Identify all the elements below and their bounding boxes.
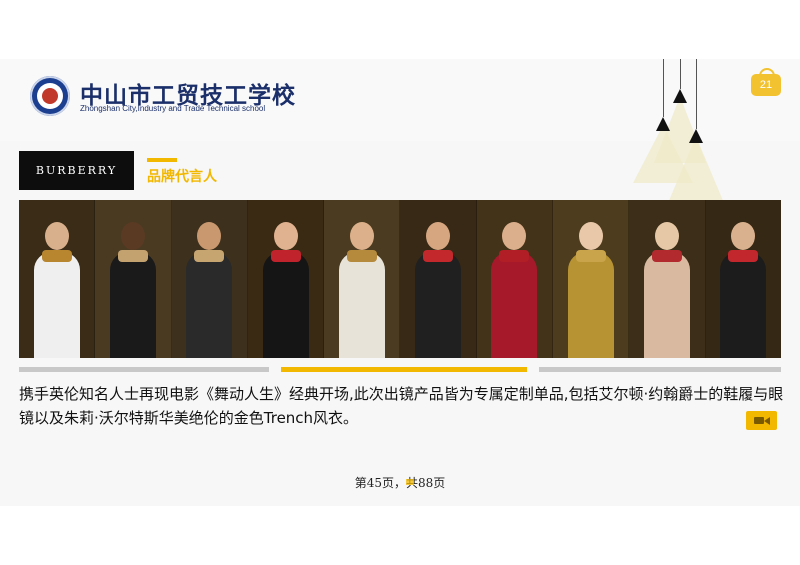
- title-accent-bar: [147, 158, 177, 162]
- section-title: 品牌代言人: [147, 169, 217, 185]
- person-figure: [476, 200, 554, 358]
- lamp-wire: [663, 59, 664, 117]
- person-figure: [19, 200, 96, 358]
- slide: 中山市工贸技工学校 Zhongshan City,Industry and Tr…: [0, 59, 800, 506]
- person-figure: [95, 200, 172, 358]
- school-logo-icon: [30, 76, 70, 116]
- burberry-logo: BURBERRY: [19, 151, 134, 190]
- pendant-lamp-icon: [656, 117, 670, 131]
- pendant-lamp-icon: [673, 89, 687, 103]
- lamp-wire: [680, 59, 681, 89]
- person-figure: [705, 200, 781, 358]
- person-figure: [553, 200, 630, 358]
- divider-segment: [539, 367, 781, 372]
- shopping-bag-icon: 21: [751, 68, 781, 98]
- person-figure: [400, 200, 477, 358]
- school-name-en: Zhongshan City,Industry and Trade Techni…: [80, 104, 266, 113]
- celebrity-group-photo: [19, 200, 781, 358]
- person-figure: [247, 200, 325, 358]
- page-indicator: 第45页，共88页: [354, 476, 446, 490]
- person-figure: [171, 200, 248, 358]
- cursor-highlight: [406, 479, 414, 485]
- video-camera-icon[interactable]: [746, 411, 777, 430]
- page-badge-number: 21: [759, 79, 773, 91]
- description-text: 携手英伦知名人士再现电影《舞动人生》经典开场,此次出镜产品皆为专属定制单品,包括…: [19, 385, 784, 427]
- lamp-wire: [696, 59, 697, 129]
- person-figure: [629, 200, 706, 358]
- divider-segment: [19, 367, 269, 372]
- pendant-lamp-icon: [689, 129, 703, 143]
- person-figure: [324, 200, 401, 358]
- divider-segment-active: [281, 367, 527, 372]
